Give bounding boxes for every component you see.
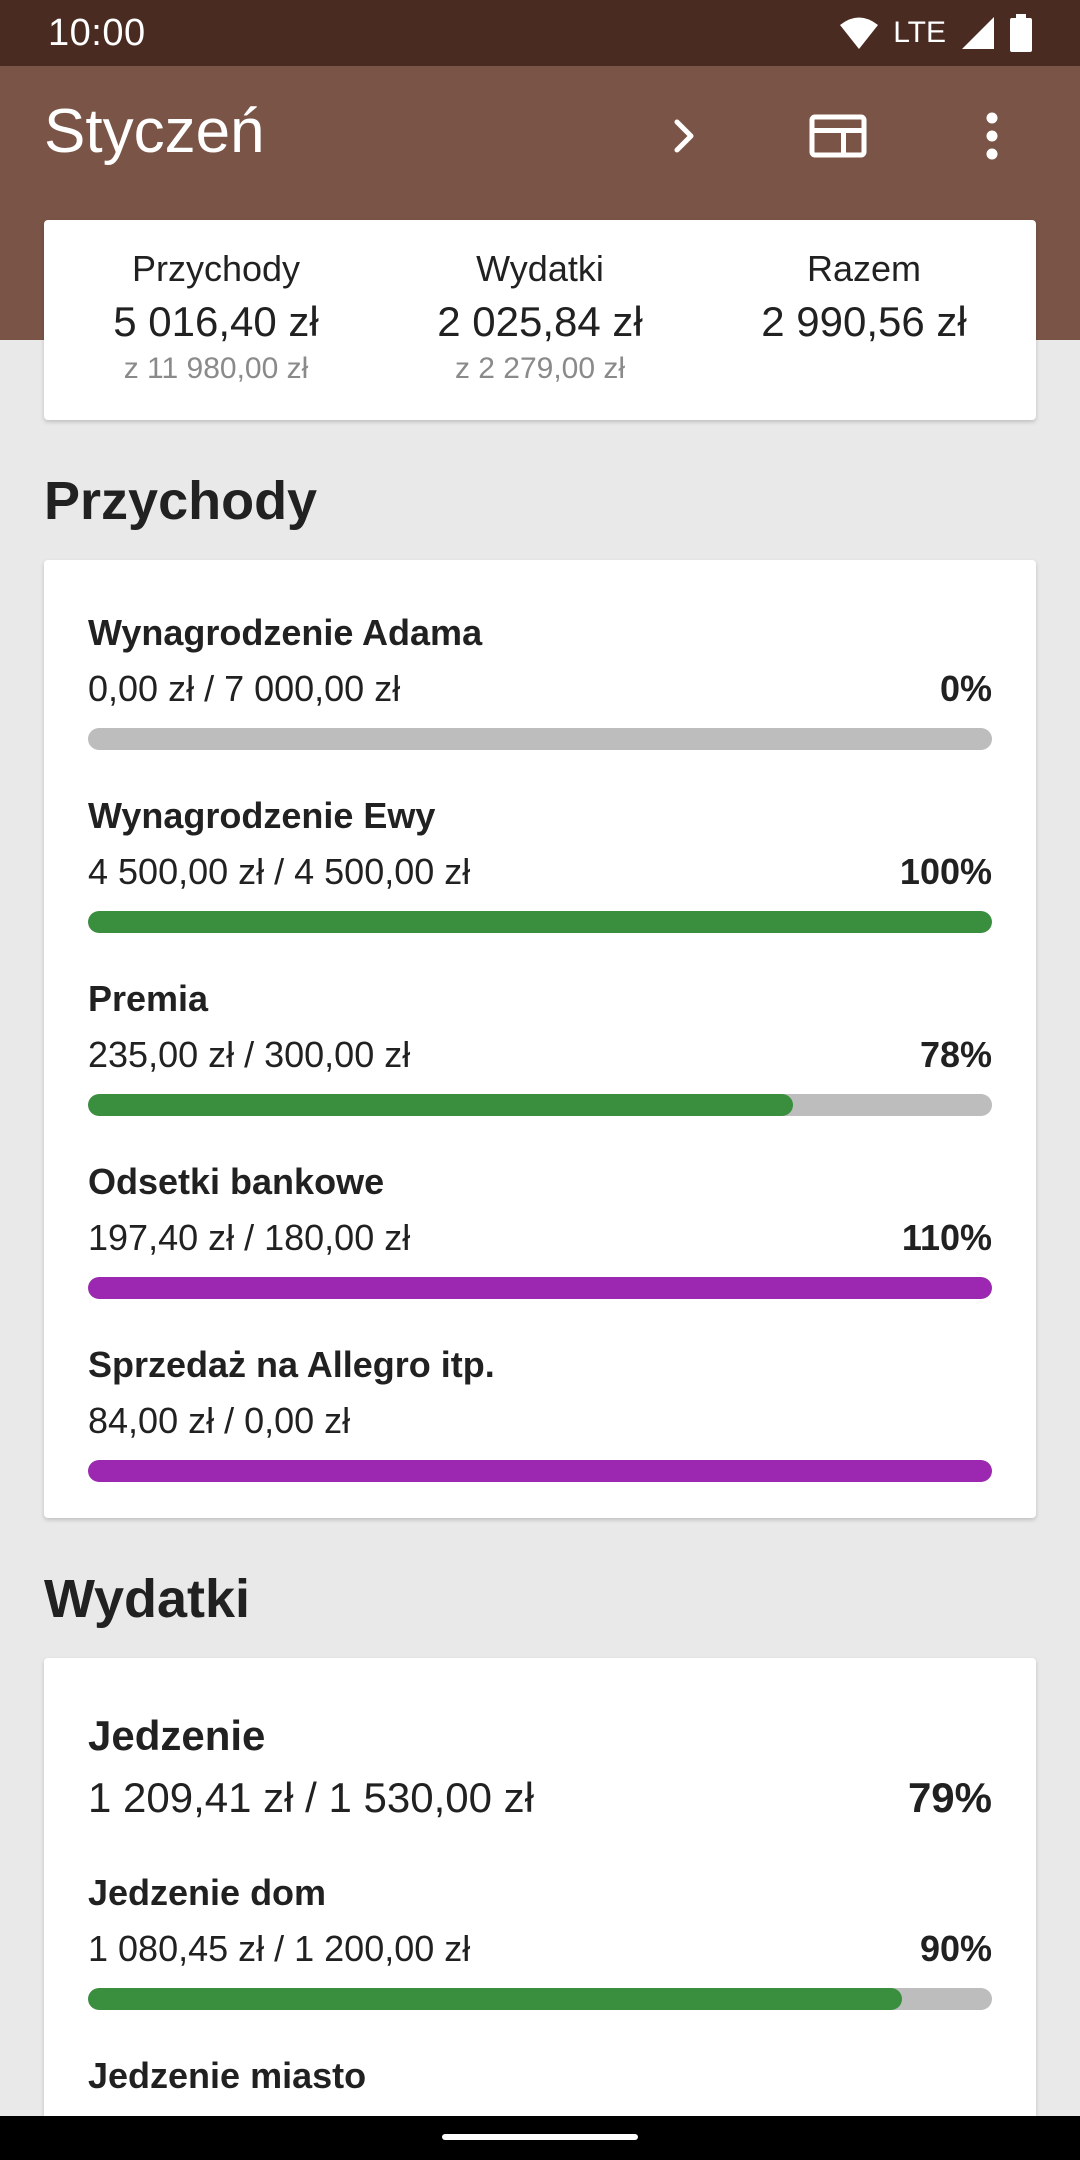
summary-total-label: Razem [806,248,922,289]
more-options-button[interactable] [952,96,1032,176]
summary-total-value: 2 990,56 zł [761,298,967,345]
status-icons: LTE [839,14,1032,52]
expense-group[interactable]: Jedzenie 1 209,41 zł / 1 530,00 zł 79% [88,1712,992,1822]
income-item-amount: 197,40 zł / 180,00 zł [88,1217,411,1258]
progress-bar-fill [88,1460,992,1482]
signal-icon [962,17,994,49]
summary-total: Razem 2 990,56 zł [714,248,1014,346]
expense-item-amount: 1 080,45 zł / 1 200,00 zł [88,1928,471,1969]
summary-income-label: Przychody [131,248,301,289]
progress-bar [88,1094,992,1116]
view-mode-button[interactable] [798,96,878,176]
home-handle[interactable] [442,2134,638,2140]
income-item-name: Wynagrodzenie Adama [88,612,483,653]
income-item[interactable]: Odsetki bankowe 197,40 zł / 180,00 zł 11… [88,1161,992,1299]
screen: 10:00 LTE Styczeń Przychody 5 016,40 zł … [0,0,1080,2116]
status-bar: 10:00 LTE [0,0,1080,66]
income-item-name: Sprzedaż na Allegro itp. [88,1344,495,1385]
income-item[interactable]: Wynagrodzenie Ewy 4 500,00 zł / 4 500,00… [88,795,992,933]
income-item-amount: 235,00 zł / 300,00 zł [88,1034,411,1075]
progress-bar-fill [88,1988,902,2010]
status-time: 10:00 [48,11,146,54]
income-item-amount: 0,00 zł / 7 000,00 zł [88,668,401,709]
view-icon [809,114,867,158]
next-month-button[interactable] [644,96,724,176]
income-item-percent: 0% [939,668,992,709]
progress-bar [88,1277,992,1299]
income-item[interactable]: Wynagrodzenie Adama 0,00 zł / 7 000,00 z… [88,612,992,750]
expenses-card: Jedzenie 1 209,41 zł / 1 530,00 zł 79% J… [44,1658,1036,2116]
more-vert-icon [986,112,998,160]
expense-item-percent: 90% [919,1928,992,1969]
expense-item[interactable]: Jedzenie dom 1 080,45 zł / 1 200,00 zł 9… [88,1872,992,2010]
expenses-section-title: Wydatki [44,1569,251,1629]
progress-bar-fill [88,1094,794,1116]
income-item-percent: 78% [919,1034,992,1075]
expense-group-name: Jedzenie [88,1712,266,1759]
summary-income-sub: z 11 980,00 zł [123,352,309,385]
progress-bar [88,728,992,750]
summary-income-value: 5 016,40 zł [113,298,319,345]
progress-bar-fill [88,1277,992,1299]
income-card: Wynagrodzenie Adama 0,00 zł / 7 000,00 z… [44,560,1036,1518]
income-item[interactable]: Premia 235,00 zł / 300,00 zł 78% [88,978,992,1116]
expense-group-amount: 1 209,41 zł / 1 530,00 zł [88,1774,534,1821]
chevron-right-icon [674,119,694,153]
progress-bar [88,1988,992,2010]
summary-expenses-label: Wydatki [476,248,604,289]
network-type: LTE [893,16,946,49]
expense-item-name: Jedzenie miasto [88,2055,367,2096]
progress-bar [88,911,992,933]
expense-item-name: Jedzenie dom [88,1872,327,1913]
navigation-bar [0,2116,1080,2160]
page-title: Styczeń [44,97,265,166]
summary-expenses-sub: z 2 279,00 zł [454,352,626,385]
income-item[interactable]: Sprzedaż na Allegro itp. 84,00 zł / 0,00… [88,1344,992,1482]
wifi-icon [840,17,879,49]
income-item-name: Odsetki bankowe [88,1161,385,1202]
progress-bar [88,1460,992,1482]
income-item-percent: 110% [901,1217,992,1258]
summary-expenses: Wydatki 2 025,84 zł z 2 279,00 zł [390,248,690,386]
income-item-name: Premia [88,978,209,1019]
income-item-name: Wynagrodzenie Ewy [88,795,436,836]
progress-bar-fill [88,911,992,933]
income-item-amount: 4 500,00 zł / 4 500,00 zł [88,851,471,892]
summary-card[interactable]: Przychody 5 016,40 zł z 11 980,00 zł Wyd… [44,220,1036,420]
summary-income: Przychody 5 016,40 zł z 11 980,00 zł [66,248,366,386]
expense-item[interactable]: Jedzenie miasto [88,2055,992,2097]
summary-expenses-value: 2 025,84 zł [437,298,643,345]
income-item-percent: 100% [899,851,992,892]
income-item-amount: 84,00 zł / 0,00 zł [88,1400,351,1441]
expense-group-percent: 79% [907,1774,992,1821]
battery-icon [1010,14,1032,52]
income-section-title: Przychody [44,471,318,531]
